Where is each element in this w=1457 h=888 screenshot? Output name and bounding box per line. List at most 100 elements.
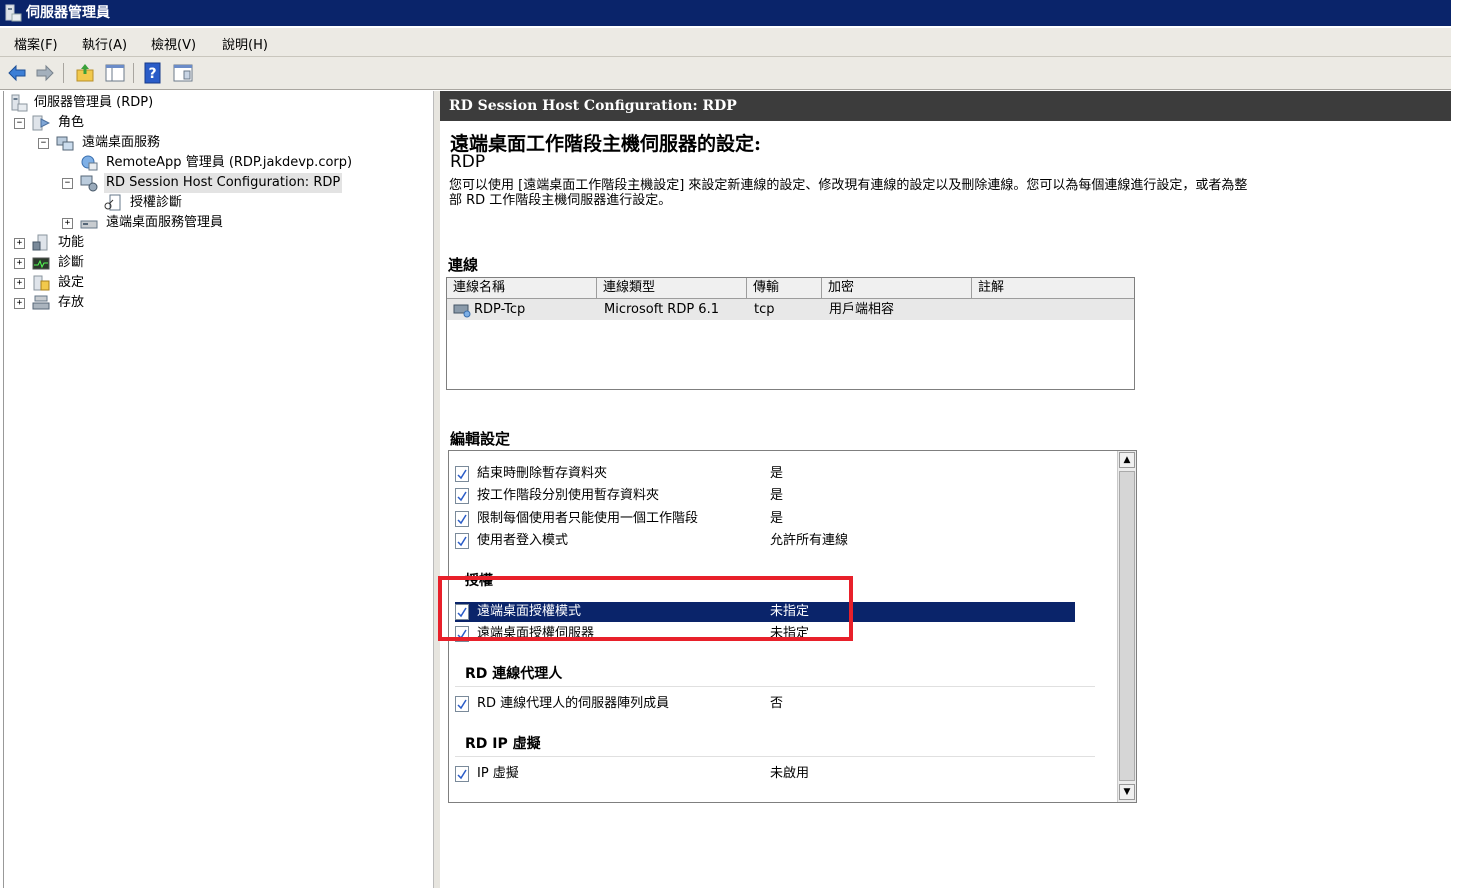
expand-toggle[interactable]: + [62, 218, 73, 229]
menu-file[interactable]: 檔案(F) [14, 34, 58, 53]
setting-row[interactable]: RD 連線代理人的伺服器陣列成員 否 [455, 694, 1055, 714]
setting-label: IP 虛擬 [477, 766, 519, 781]
column-header-encryption[interactable]: 加密 [822, 278, 972, 298]
highlight-annotation-box [438, 576, 853, 641]
tree-label: 角色 [58, 115, 85, 130]
menu-bar: 檔案(F) 執行(A) 檢視(V) 說明(H) [0, 28, 1451, 57]
connection-transport: tcp [754, 302, 775, 317]
setting-value: 否 [770, 696, 784, 711]
toolbar-separator [133, 63, 134, 83]
scroll-thumb[interactable] [1119, 471, 1135, 781]
show-hide-console-tree-icon[interactable] [104, 62, 126, 84]
server-manager-icon [11, 94, 28, 112]
expand-toggle[interactable]: + [14, 298, 25, 309]
console-tree: 伺服器管理員 (RDP) − 角色 − 遠端桌面服務 RemoteApp 管理員… [3, 91, 433, 888]
connection-type: Microsoft RDP 6.1 [604, 302, 719, 317]
remoteapp-icon [81, 155, 98, 171]
expand-toggle[interactable]: + [14, 238, 25, 249]
details-header: RD Session Host Configuration: RDP [440, 91, 1451, 121]
setting-icon [455, 766, 469, 782]
diagnostics-icon [32, 257, 50, 270]
setting-value: 是 [770, 488, 784, 503]
up-folder-icon[interactable] [74, 62, 96, 84]
setting-value: 允許所有連線 [770, 533, 849, 548]
back-arrow-icon[interactable] [6, 62, 28, 84]
menu-action[interactable]: 執行(A) [82, 34, 127, 53]
column-header-transport[interactable]: 傳輸 [747, 278, 822, 298]
group-rd-connection-broker: RD 連線代理人 [465, 666, 563, 682]
connections-list: 連線名稱 連線類型 傳輸 加密 註解 RDP-Tcp Microsoft RDP… [446, 277, 1135, 390]
setting-icon [455, 511, 469, 527]
connection-name: RDP-Tcp [474, 302, 526, 317]
collapse-toggle[interactable]: − [38, 138, 49, 149]
setting-row[interactable]: 結束時刪除暫存資料夾 是 [455, 464, 1055, 484]
setting-row[interactable]: 按工作階段分別使用暫存資料夾 是 [455, 486, 1055, 506]
expand-toggle[interactable]: + [14, 258, 25, 269]
server-manager-icon [5, 4, 22, 22]
roles-icon [32, 115, 50, 131]
toolbar-separator [63, 63, 64, 83]
column-header-name[interactable]: 連線名稱 [447, 278, 597, 298]
expand-toggle[interactable]: + [14, 278, 25, 289]
tree-label: 遠端桌面服務 [82, 135, 161, 150]
collapse-toggle[interactable]: − [14, 118, 25, 129]
setting-label: 按工作階段分別使用暫存資料夾 [477, 488, 660, 503]
help-icon[interactable]: ? [142, 62, 164, 84]
edit-settings-heading: 編輯設定 [450, 430, 511, 448]
tree-label: 伺服器管理員 (RDP) [34, 95, 154, 110]
collapse-toggle[interactable]: − [62, 178, 73, 189]
rd-session-host-icon [80, 175, 98, 192]
rdp-connection-icon [453, 304, 471, 318]
page-title: 遠端桌面工作階段主機伺服器的設定: [450, 133, 762, 155]
tree-label: 功能 [58, 235, 85, 250]
tree-label: RemoteApp 管理員 (RDP.jakdevp.corp) [106, 155, 353, 170]
setting-row[interactable]: 限制每個使用者只能使用一個工作階段 是 [455, 509, 1055, 529]
licensing-diagnosis-icon [104, 194, 121, 211]
setting-value: 是 [770, 511, 784, 526]
window-titlebar: 伺服器管理員 [0, 0, 1451, 26]
tree-label: 設定 [58, 275, 85, 290]
remote-desktop-services-icon [56, 136, 74, 151]
storage-icon [32, 295, 50, 310]
setting-row[interactable]: 使用者登入模式 允許所有連線 [455, 531, 1055, 551]
setting-label: 結束時刪除暫存資料夾 [477, 466, 608, 481]
details-header-title: RD Session Host Configuration: RDP [449, 98, 737, 114]
connections-header: 連線名稱 連線類型 傳輸 加密 註解 [447, 278, 1134, 299]
scroll-down-button[interactable]: ▼ [1119, 784, 1135, 800]
vertical-scrollbar[interactable]: ▲ ▼ [1117, 451, 1136, 802]
scroll-up-button[interactable]: ▲ [1119, 452, 1135, 468]
setting-value: 是 [770, 466, 784, 481]
setting-icon [455, 488, 469, 504]
toolbar: ? [0, 57, 1451, 90]
setting-row[interactable]: IP 虛擬 未啟用 [455, 764, 1055, 784]
rds-manager-icon [80, 220, 98, 229]
connection-row[interactable]: RDP-Tcp Microsoft RDP 6.1 tcp 用戶端相容 [447, 299, 1134, 320]
window-title: 伺服器管理員 [26, 5, 110, 21]
column-header-comment[interactable]: 註解 [972, 278, 1134, 298]
tree-label: 遠端桌面服務管理員 [106, 215, 224, 230]
tree-label: 存放 [58, 295, 85, 310]
menu-help[interactable]: 說明(H) [222, 34, 268, 53]
forward-arrow-icon[interactable] [34, 62, 56, 84]
column-header-type[interactable]: 連線類型 [597, 278, 747, 298]
connection-encryption: 用戶端相容 [829, 302, 895, 317]
svg-text:?: ? [148, 66, 156, 82]
tree-label: 診斷 [58, 255, 85, 270]
group-divider [455, 686, 1095, 687]
server-name: RDP [450, 152, 486, 172]
tree-label: RD Session Host Configuration: RDP [104, 173, 343, 193]
setting-label: 限制每個使用者只能使用一個工作階段 [477, 511, 699, 526]
setting-label: RD 連線代理人的伺服器陣列成員 [477, 696, 670, 711]
group-rd-ip-virtualization: RD IP 虛擬 [465, 736, 541, 752]
setting-icon [455, 466, 469, 482]
properties-icon[interactable] [172, 62, 194, 84]
group-divider [455, 756, 1095, 757]
configuration-icon [33, 275, 50, 291]
features-icon [32, 234, 48, 251]
page-description: 您可以使用 [遠端桌面工作階段主機設定] 來設定新連線的設定、修改現有連線的設定… [449, 178, 1248, 208]
menu-view[interactable]: 檢視(V) [151, 34, 196, 53]
setting-label: 使用者登入模式 [477, 533, 569, 548]
connections-heading: 連線 [448, 256, 479, 274]
setting-icon [455, 696, 469, 712]
tree-label: 授權診斷 [130, 195, 183, 210]
